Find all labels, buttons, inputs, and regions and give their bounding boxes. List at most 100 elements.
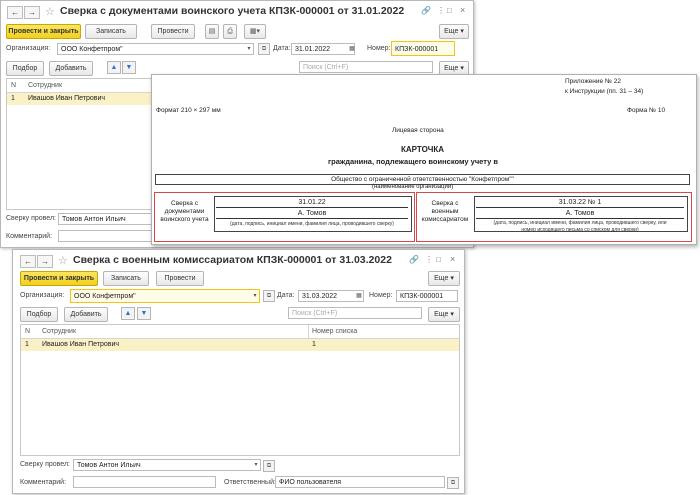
dropdown-icon[interactable]: ▾ xyxy=(244,43,254,55)
right-label: Сверка с военным комиссариатом xyxy=(421,200,469,223)
back-arrow-icon[interactable]: ← xyxy=(20,255,36,268)
row-employee: Ивашов Иван Петрович xyxy=(42,341,120,348)
table-row[interactable]: 1 Ивашов Иван Петрович xyxy=(7,93,152,105)
left-caption: (дата, подпись, инициал имени, фамилия л… xyxy=(230,221,394,227)
format-text: Формат 210 × 297 мм xyxy=(156,107,221,114)
right-label-box: Сверка с военным комиссариатом xyxy=(418,196,472,236)
column-header-n: N xyxy=(25,328,31,335)
select-button[interactable]: Подбор xyxy=(20,307,58,322)
more-button[interactable]: Еще ▾ xyxy=(439,24,469,39)
save-button[interactable]: Записать xyxy=(85,24,137,39)
left-date: 31.01.22 xyxy=(216,198,408,208)
select-button[interactable]: Подбор xyxy=(6,61,44,76)
org-label: Организация: xyxy=(6,45,51,52)
report-icon[interactable]: ▦▾ xyxy=(244,24,266,39)
comment-field[interactable] xyxy=(58,230,152,242)
forward-arrow-icon[interactable]: → xyxy=(24,6,40,19)
printed-form-card: Приложение № 22 к Инструкции (пп. 31 – 3… xyxy=(151,74,697,245)
forward-arrow-icon[interactable]: → xyxy=(37,255,53,268)
comment-label: Комментарий: xyxy=(6,233,53,240)
window-military-commissariat-check: ← → ☆ Сверка с военным комиссариатом КПЗ… xyxy=(12,249,465,494)
more-label: Еще xyxy=(444,28,459,35)
column-header-employee: Сотрудник xyxy=(28,82,63,89)
checked-by-label: Сверку провел: xyxy=(20,461,70,468)
date-field[interactable]: 31.01.2022 xyxy=(291,43,355,55)
left-name: А. Томов xyxy=(216,209,408,219)
calendar-icon[interactable]: ▦ xyxy=(347,43,357,55)
right-caption-1: (дата, подпись, инициал имени, фамилия л… xyxy=(493,220,667,226)
post-and-close-button[interactable]: Провести и закрыть xyxy=(20,271,98,286)
card-title: КАРТОЧКА xyxy=(401,145,445,154)
responsible-field[interactable]: ФИО пользователя xyxy=(275,476,445,488)
org-field[interactable]: ООО Конфетпром" xyxy=(70,289,260,303)
more-vert-icon[interactable]: ⋮ xyxy=(437,6,445,15)
right-caption-2: номер исходящего письма со списком для с… xyxy=(521,227,639,233)
date-label: Дата: xyxy=(277,292,295,299)
responsible-label: Ответственный: xyxy=(224,479,276,486)
row-list-number: 1 xyxy=(312,341,316,348)
arrow-down-icon[interactable]: ▼ xyxy=(122,61,136,74)
column-divider xyxy=(308,325,309,338)
number-label: Номер: xyxy=(369,292,393,299)
calendar-icon[interactable]: ▦ xyxy=(354,290,364,302)
star-icon[interactable]: ☆ xyxy=(45,6,55,18)
appendix-text: Приложение № 22 xyxy=(565,78,621,85)
table-more-label: Еще xyxy=(434,311,449,318)
dropdown-icon[interactable]: ▾ xyxy=(250,290,260,302)
more-button[interactable]: Еще ▾ xyxy=(428,271,460,286)
link-icon[interactable]: 🔗 xyxy=(409,255,419,264)
back-arrow-icon[interactable]: ← xyxy=(7,6,23,19)
open-icon[interactable]: ⧉ xyxy=(447,477,459,489)
employees-table: N Сотрудник Номер списка 1 Ивашов Иван П… xyxy=(20,324,460,456)
number-field[interactable]: КПЗК-000001 xyxy=(391,41,455,56)
close-icon[interactable]: × xyxy=(460,5,465,15)
post-and-close-button[interactable]: Провести и закрыть xyxy=(6,24,81,39)
form-number-text: Форма № 10 xyxy=(627,107,666,114)
date-label: Дата: xyxy=(273,45,291,52)
card-subtitle: гражданина, подлежащего воинскому учету … xyxy=(328,157,498,166)
star-icon[interactable]: ☆ xyxy=(58,255,68,267)
open-icon[interactable]: ⧉ xyxy=(263,290,275,302)
number-label: Номер: xyxy=(367,45,391,52)
org-field[interactable]: ООО Конфетпром" xyxy=(57,43,254,55)
add-button[interactable]: Добавить xyxy=(49,61,93,76)
open-icon[interactable]: ⧉ xyxy=(263,460,275,472)
org-label: Организация: xyxy=(20,292,65,299)
checked-by-label: Сверку провел: xyxy=(6,215,56,222)
more-vert-icon[interactable]: ⋮ xyxy=(425,255,433,264)
post-button[interactable]: Провести xyxy=(151,24,195,39)
window-title: Сверка с документами воинского учета КПЗ… xyxy=(60,5,405,17)
row-number: 1 xyxy=(25,341,29,348)
maximize-icon[interactable]: □ xyxy=(447,6,452,15)
table-more-label: Еще xyxy=(444,65,459,72)
left-label: Сверка с документами воинского учета xyxy=(160,200,209,223)
dropdown-icon[interactable]: ▾ xyxy=(251,459,261,471)
column-header-list-number: Номер списка xyxy=(312,328,358,335)
comment-field[interactable] xyxy=(73,476,216,488)
arrow-down-icon[interactable]: ▼ xyxy=(137,307,151,320)
search-input[interactable]: Поиск (Ctrl+F) xyxy=(299,61,433,73)
instruction-text: к Инструкции (пп. 31 – 34) xyxy=(565,88,644,95)
printer-icon[interactable]: ⎙ xyxy=(223,24,237,39)
open-icon[interactable]: ⧉ xyxy=(258,43,270,55)
close-icon[interactable]: × xyxy=(450,254,455,264)
post-button[interactable]: Провести xyxy=(156,271,204,286)
table-row[interactable]: 1 Ивашов Иван Петрович 1 xyxy=(21,339,459,351)
search-input[interactable]: Поиск (Ctrl+F) xyxy=(288,307,422,319)
maximize-icon[interactable]: □ xyxy=(436,255,441,264)
add-button[interactable]: Добавить xyxy=(64,307,108,322)
link-icon[interactable]: 🔗 xyxy=(421,6,431,15)
window-title: Сверка с военным комиссариатом КПЗК-0000… xyxy=(73,254,392,266)
save-button[interactable]: Записать xyxy=(103,271,149,286)
left-label-box: Сверка с документами воинского учета xyxy=(156,196,213,236)
right-date: 31.03.22 № 1 xyxy=(476,198,684,208)
checked-by-field[interactable]: Томов Антон Ильич xyxy=(73,459,261,471)
side-text: Лицевая сторона xyxy=(392,127,444,134)
number-field[interactable]: КПЗК-000001 xyxy=(396,290,458,302)
checked-by-field[interactable]: Томов Антон Ильич xyxy=(58,213,152,225)
arrow-up-icon[interactable]: ▲ xyxy=(107,61,121,74)
arrow-up-icon[interactable]: ▲ xyxy=(121,307,135,320)
table-more-button[interactable]: Еще ▾ xyxy=(428,307,460,322)
document-icon[interactable]: ▤ xyxy=(205,24,219,39)
comment-label: Комментарий: xyxy=(20,479,67,486)
